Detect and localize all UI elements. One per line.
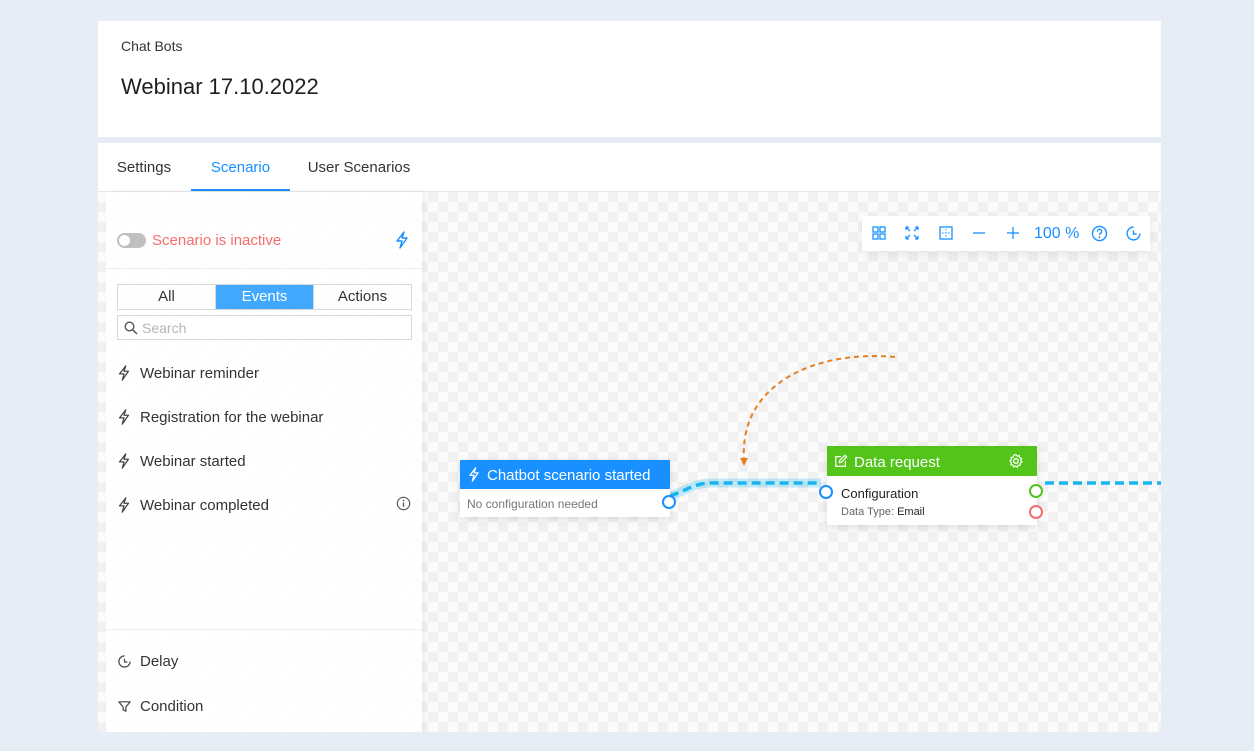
data-request-success-port[interactable] [1029,484,1043,498]
filter-events[interactable]: Events [216,285,314,309]
event-item-label: Webinar completed [140,497,269,514]
data-request-node-header: Data request [827,446,1037,476]
zoom-level: 100 % [1034,225,1080,242]
bolt-icon [117,497,131,517]
bolt-icon[interactable] [395,231,409,254]
clock-icon [117,654,132,673]
element-filter: All Events Actions [117,284,412,310]
scenario-status-row: Scenario is inactive [106,192,422,269]
scenario-editor: Settings Scenario User Scenarios Scenari… [98,143,1161,732]
fit-icon[interactable] [938,225,954,246]
event-item-webinar-completed[interactable]: Webinar completed [117,490,417,520]
canvas-toolbar: 100 % [862,216,1150,251]
data-request-fail-port[interactable] [1029,505,1043,519]
page-title: Webinar 17.10.2022 [121,74,319,99]
data-request-node[interactable]: Data request Configuration Data Type: Em… [819,446,1043,525]
header-card: Chat Bots Webinar 17.10.2022 [98,21,1161,137]
event-item-webinar-started[interactable]: Webinar started [117,446,417,476]
data-request-data-type: Data Type: Email [841,506,925,518]
tab-bar: Settings Scenario User Scenarios [98,143,1161,192]
filter-icon [117,699,132,718]
search-box [117,315,412,340]
info-icon[interactable] [396,496,411,515]
event-item-webinar-reminder[interactable]: Webinar reminder [117,358,417,388]
bolt-icon [468,467,480,486]
tool-item-delay[interactable]: Delay [117,647,317,677]
start-node-header: Chatbot scenario started [460,460,670,489]
start-node-output-port[interactable] [662,495,676,509]
search-input[interactable] [142,319,402,337]
bolt-icon [117,453,131,473]
start-node-subtitle: No configuration needed [467,497,598,511]
gear-icon[interactable] [1008,453,1024,473]
grid-icon[interactable] [871,225,887,246]
edit-icon [834,454,848,472]
tab-settings[interactable]: Settings [98,143,190,191]
event-item-registration[interactable]: Registration for the webinar [117,402,417,432]
start-node[interactable]: Chatbot scenario started No configuratio… [460,460,676,517]
data-request-input-port[interactable] [819,485,833,499]
scenario-status-text: Scenario is inactive [152,232,282,249]
data-request-node-title: Data request [854,454,940,471]
help-icon[interactable] [1091,225,1108,247]
breadcrumb[interactable]: Chat Bots [121,38,182,54]
event-item-label: Registration for the webinar [140,409,324,426]
event-item-label: Webinar reminder [140,365,259,382]
data-request-config-label: Configuration [841,486,919,501]
start-node-title: Chatbot scenario started [487,467,651,484]
zoom-out-icon[interactable] [971,225,987,246]
tool-item-condition[interactable]: Condition [117,692,317,722]
data-type-label: Data Type: [841,506,894,518]
tool-item-label: Delay [140,653,179,670]
filter-actions[interactable]: Actions [314,285,411,309]
search-icon [124,321,138,340]
panel-divider [106,629,422,630]
pending-link-arrow-icon [740,458,748,466]
scenario-active-toggle[interactable] [117,233,146,248]
fullscreen-icon[interactable] [904,225,920,246]
tab-user-scenarios[interactable]: User Scenarios [301,143,417,191]
history-icon[interactable] [1125,225,1142,247]
link-glow [668,478,821,501]
data-type-value: Email [897,506,925,518]
bolt-icon [117,365,131,385]
elements-panel: Scenario is inactive All Events Actions … [106,192,422,732]
event-item-label: Webinar started [140,453,246,470]
filter-all[interactable]: All [118,285,216,309]
zoom-in-icon[interactable] [1005,225,1021,246]
tool-item-label: Condition [140,698,204,715]
bolt-icon [117,409,131,429]
tab-scenario[interactable]: Scenario [191,143,290,191]
pending-link [742,355,896,461]
